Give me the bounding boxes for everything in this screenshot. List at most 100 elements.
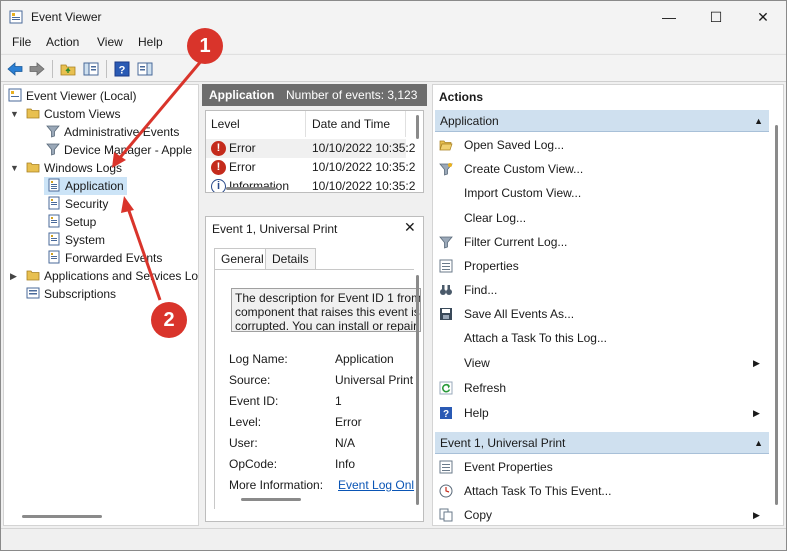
event-date: 10/10/2022 10:35:2 — [312, 160, 416, 174]
action-label: Clear Log... — [464, 211, 527, 225]
table-row[interactable]: i Information 10/10/2022 10:35:2 — [206, 177, 415, 193]
action-copy[interactable]: Copy ▶ — [433, 504, 769, 525]
action-properties[interactable]: Properties — [433, 255, 769, 277]
menu-file[interactable]: File — [12, 35, 31, 49]
log-icon — [48, 232, 60, 246]
chevron-right-icon[interactable]: ▶ — [10, 267, 20, 285]
detail-vertical-scrollbar[interactable] — [416, 275, 419, 505]
subscriptions-icon — [26, 287, 40, 299]
menu-help[interactable]: Help — [138, 35, 163, 49]
action-refresh[interactable]: Refresh — [433, 377, 769, 399]
close-icon: ✕ — [757, 8, 769, 25]
action-label: Create Custom View... — [464, 162, 584, 176]
back-arrow-icon[interactable] — [6, 60, 24, 78]
show-hide-tree-icon[interactable] — [82, 60, 100, 78]
event-detail-title: Event 1, Universal Print — [212, 222, 338, 236]
action-clear-log[interactable]: Clear Log... — [433, 207, 769, 229]
tree-item-device-manager[interactable]: Device Manager - Apple — [46, 141, 192, 159]
action-filter-current-log[interactable]: Filter Current Log... — [433, 231, 769, 253]
folder-up-icon[interactable] — [59, 60, 77, 78]
log-name-value: Application — [335, 352, 394, 366]
tree-item-windows-logs[interactable]: Windows Logs — [26, 159, 122, 177]
action-view[interactable]: View ▶ — [433, 352, 769, 374]
actions-section-event[interactable]: Event 1, Universal Print ▲ — [435, 432, 769, 454]
action-label: Open Saved Log... — [464, 138, 565, 152]
event-level: Information — [229, 179, 290, 193]
tab-details[interactable]: Details — [265, 248, 316, 269]
section-label: Event 1, Universal Print — [440, 436, 566, 450]
collapse-up-icon[interactable]: ▲ — [754, 110, 763, 132]
close-detail-icon[interactable]: ✕ — [404, 219, 416, 236]
action-open-saved-log[interactable]: Open Saved Log... — [433, 134, 769, 156]
description-line: component that raises this event is — [235, 305, 420, 319]
tree-item-system[interactable]: System — [47, 231, 105, 249]
tree-item-administrative-events[interactable]: Administrative Events — [46, 123, 179, 141]
tree-label: Event Viewer (Local) — [26, 89, 137, 103]
opcode-label: OpCode: — [229, 457, 278, 471]
show-hide-action-pane-icon[interactable] — [136, 60, 154, 78]
window-title: Event Viewer — [31, 10, 102, 24]
minimize-button[interactable]: — — [646, 1, 692, 33]
detail-horizontal-scrollbar[interactable] — [241, 498, 301, 501]
event-list: Level Date and Time ! Error 10/10/2022 1… — [205, 110, 424, 193]
collapse-up-icon[interactable]: ▲ — [754, 432, 763, 454]
tree-item-applications-and-services[interactable]: Applications and Services Lo — [26, 267, 198, 285]
menu-bar: File Action View Help — [1, 33, 786, 53]
chevron-down-icon[interactable]: ▼ — [10, 159, 20, 177]
table-row[interactable]: ! Error 10/10/2022 10:35:2 — [206, 139, 415, 158]
action-find[interactable]: Find... — [433, 279, 769, 301]
action-create-custom-view[interactable]: Create Custom View... — [433, 158, 769, 180]
tree-label: Device Manager - Apple — [64, 143, 193, 157]
column-header-level[interactable]: Level — [206, 111, 306, 137]
close-window-button[interactable]: ✕ — [740, 1, 786, 33]
filter-icon — [439, 236, 453, 249]
event-list-horizontal-scrollbar[interactable] — [226, 187, 276, 190]
general-tab-content: The description for Event ID 1 from comp… — [214, 269, 421, 509]
actions-section-application[interactable]: Application ▲ — [435, 110, 769, 132]
action-save-all-events[interactable]: Save All Events As... — [433, 303, 769, 325]
tree-item-forwarded-events[interactable]: Forwarded Events — [47, 249, 162, 267]
menu-view[interactable]: View — [97, 35, 123, 49]
chevron-right-icon: ▶ — [753, 358, 760, 368]
copy-icon — [439, 508, 453, 522]
filter-icon — [46, 125, 60, 138]
forward-arrow-icon[interactable] — [28, 60, 46, 78]
tree-item-subscriptions[interactable]: Subscriptions — [26, 285, 116, 303]
error-icon: ! — [211, 160, 226, 175]
actions-vertical-scrollbar[interactable] — [775, 125, 778, 505]
action-label: Attach a Task To this Log... — [464, 331, 607, 345]
tree-label: Forwarded Events — [65, 251, 163, 265]
toolbar-separator — [106, 60, 107, 78]
tree-item-custom-views[interactable]: Custom Views — [26, 105, 120, 123]
action-attach-task-to-log[interactable]: Attach a Task To this Log... — [433, 327, 769, 349]
action-event-properties[interactable]: Event Properties — [433, 456, 769, 478]
event-viewer-app-icon — [9, 10, 23, 24]
tree-item-security[interactable]: Security — [47, 195, 108, 213]
table-row[interactable]: ! Error 10/10/2022 10:35:2 — [206, 158, 415, 177]
open-folder-icon — [439, 140, 453, 151]
action-help[interactable]: ? Help ▶ — [433, 402, 769, 424]
menu-action[interactable]: Action — [46, 35, 79, 49]
event-log-online-help-link[interactable]: Event Log Onl — [338, 478, 414, 492]
event-id-label: Event ID: — [229, 394, 279, 408]
help-icon[interactable]: ? — [113, 60, 131, 78]
tree-item-application[interactable]: Application — [44, 177, 127, 195]
clock-task-icon — [439, 484, 453, 498]
tree-item-event-viewer-local[interactable]: Event Viewer (Local) — [8, 87, 137, 105]
action-import-custom-view[interactable]: Import Custom View... — [433, 182, 769, 204]
tree-item-setup[interactable]: Setup — [47, 213, 96, 231]
log-name-label: Log Name: — [229, 352, 288, 366]
folder-icon — [26, 270, 40, 281]
column-header-date-time[interactable]: Date and Time — [306, 111, 406, 137]
action-label: Properties — [464, 259, 519, 273]
action-attach-task-to-event[interactable]: Attach Task To This Event... — [433, 480, 769, 502]
toolbar-separator — [52, 60, 53, 78]
chevron-down-icon[interactable]: ▼ — [10, 105, 20, 123]
event-list-vertical-scrollbar[interactable] — [416, 115, 419, 139]
tab-general[interactable]: General — [214, 248, 271, 270]
tree-horizontal-scrollbar[interactable] — [22, 515, 102, 518]
error-icon: ! — [211, 141, 226, 156]
event-list-header: Application Number of events: 3,123 — [202, 84, 427, 106]
maximize-button[interactable]: ☐ — [693, 1, 739, 33]
event-count: Number of events: 3,123 — [286, 88, 418, 102]
